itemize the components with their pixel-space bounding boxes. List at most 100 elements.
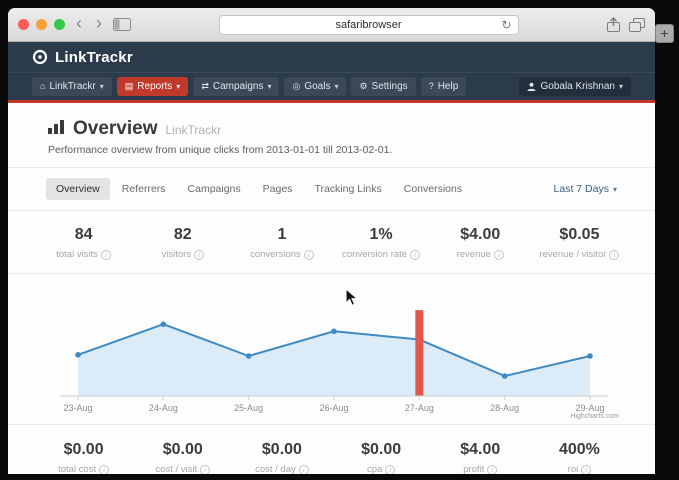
svg-text:26-Aug: 26-Aug bbox=[319, 403, 348, 413]
user-name: Gobala Krishnan bbox=[540, 81, 615, 92]
help-icon: ? bbox=[429, 82, 434, 91]
info-icon[interactable]: i bbox=[200, 465, 210, 475]
stat-value: $0.00 bbox=[332, 441, 431, 459]
tab-conversions[interactable]: Conversions bbox=[394, 178, 472, 200]
nav-item-settings[interactable]: ⚙ Settings bbox=[351, 77, 415, 96]
shuffle-icon: ⇄ bbox=[201, 82, 209, 91]
caret-down-icon: ▾ bbox=[176, 82, 180, 91]
share-button[interactable] bbox=[606, 17, 621, 33]
sidebar-toggle-button[interactable] bbox=[113, 18, 131, 31]
stat-label: roi bbox=[568, 464, 579, 474]
stat-value: $0.05 bbox=[530, 226, 629, 244]
stats-row-bottom: $0.00 total costi $0.00 cost / visiti $0… bbox=[8, 425, 655, 474]
stat-value: 84 bbox=[34, 226, 133, 244]
brand-name[interactable]: LinkTrackr bbox=[55, 49, 133, 66]
stat-value: $4.00 bbox=[431, 226, 530, 244]
stat-cpa: $0.00 cpai bbox=[332, 441, 431, 474]
stat-label: cost / day bbox=[255, 464, 296, 474]
visits-chart-svg[interactable]: 23-Aug 24-Aug 25-Aug 26-Aug 27-Aug 28-Aug 29-A… bbox=[44, 282, 620, 422]
stat-value: 82 bbox=[133, 226, 232, 244]
zoom-window-button[interactable] bbox=[54, 19, 65, 30]
tab-tracking-links[interactable]: Tracking Links bbox=[304, 178, 391, 200]
svg-text:23-Aug: 23-Aug bbox=[63, 403, 92, 413]
visits-chart: 23-Aug 24-Aug 25-Aug 26-Aug 27-Aug 28-Aug 29-A… bbox=[8, 274, 655, 425]
report-icon: ▤ bbox=[125, 82, 134, 91]
nav-item-campaigns[interactable]: ⇄ Campaigns ▾ bbox=[193, 77, 279, 96]
info-icon[interactable]: i bbox=[299, 465, 309, 475]
report-tabs: Overview Referrers Campaigns Pages Track… bbox=[8, 168, 655, 211]
browser-toolbar: ‹ › safaribrowser ↻ bbox=[8, 8, 655, 42]
nav-label: LinkTrackr bbox=[49, 81, 95, 92]
stat-value: 400% bbox=[530, 441, 629, 459]
info-icon[interactable]: i bbox=[609, 250, 619, 260]
nav-item-goals[interactable]: ◎ Goals ▾ bbox=[284, 77, 346, 96]
info-icon[interactable]: i bbox=[101, 250, 111, 260]
stat-label: conversions bbox=[250, 249, 301, 260]
user-menu[interactable]: Gobala Krishnan ▾ bbox=[519, 77, 631, 96]
stat-label: conversion rate bbox=[342, 249, 407, 260]
chart-credit: Highcharts.com bbox=[570, 413, 619, 420]
stat-cost-per-day: $0.00 cost / dayi bbox=[232, 441, 331, 474]
caret-down-icon: ▾ bbox=[267, 82, 271, 91]
page-content: Overview LinkTrackr Performance overview… bbox=[8, 103, 655, 474]
user-icon bbox=[527, 82, 536, 91]
gear-icon: ⚙ bbox=[359, 82, 367, 91]
stat-cost-per-visit: $0.00 cost / visiti bbox=[133, 441, 232, 474]
stat-label: cost / visit bbox=[155, 464, 197, 474]
caret-down-icon: ▾ bbox=[334, 82, 338, 91]
new-tab-button[interactable]: + bbox=[655, 24, 674, 43]
stat-revenue: $4.00 revenuei bbox=[431, 226, 530, 260]
caret-down-icon: ▾ bbox=[100, 82, 104, 91]
close-window-button[interactable] bbox=[18, 19, 29, 30]
stat-value: 1 bbox=[232, 226, 331, 244]
svg-text:24-Aug: 24-Aug bbox=[148, 403, 177, 413]
nav-item-reports[interactable]: ▤ Reports ▾ bbox=[117, 77, 189, 96]
reload-button[interactable]: ↻ bbox=[501, 19, 511, 31]
nav-label: Settings bbox=[372, 81, 408, 92]
page-title-suffix: LinkTrackr bbox=[166, 123, 222, 137]
stat-label: total visits bbox=[56, 249, 98, 260]
target-icon: ◎ bbox=[292, 82, 300, 91]
info-icon[interactable]: i bbox=[304, 250, 314, 260]
tab-pages[interactable]: Pages bbox=[253, 178, 303, 200]
info-icon[interactable]: i bbox=[487, 465, 497, 475]
back-button[interactable]: ‹ bbox=[73, 14, 85, 32]
stat-value: $0.00 bbox=[133, 441, 232, 459]
minimize-window-button[interactable] bbox=[36, 19, 47, 30]
stat-label: visitors bbox=[161, 249, 191, 260]
tab-overview[interactable]: Overview bbox=[46, 178, 110, 200]
info-icon[interactable]: i bbox=[494, 250, 504, 260]
info-icon[interactable]: i bbox=[410, 250, 420, 260]
info-icon[interactable]: i bbox=[194, 250, 204, 260]
svg-text:28-Aug: 28-Aug bbox=[490, 403, 519, 413]
nav-item-help[interactable]: ? Help bbox=[421, 77, 467, 96]
svg-text:25-Aug: 25-Aug bbox=[234, 403, 263, 413]
forward-button[interactable]: › bbox=[93, 14, 105, 32]
date-range-selector[interactable]: Last 7 Days ▾ bbox=[554, 183, 617, 195]
nav-label: Reports bbox=[137, 81, 172, 92]
stat-label: total cost bbox=[58, 464, 96, 474]
nav-item-linktrackr[interactable]: ⌂ LinkTrackr ▾ bbox=[32, 77, 112, 96]
info-icon[interactable]: i bbox=[99, 465, 109, 475]
tabs-overview-button[interactable] bbox=[629, 18, 645, 32]
date-range-label: Last 7 Days bbox=[554, 183, 609, 195]
home-icon: ⌂ bbox=[40, 82, 45, 91]
stat-value: $0.00 bbox=[34, 441, 133, 459]
info-icon[interactable]: i bbox=[581, 465, 591, 475]
stats-row-top: 84 total visitsi 82 visitorsi 1 conversi… bbox=[8, 211, 655, 274]
app-header: LinkTrackr bbox=[8, 42, 655, 72]
caret-down-icon: ▾ bbox=[619, 82, 623, 91]
stat-label: profit bbox=[463, 464, 484, 474]
tab-referrers[interactable]: Referrers bbox=[112, 178, 176, 200]
stat-value: $4.00 bbox=[431, 441, 530, 459]
linktrackr-logo-icon bbox=[32, 49, 48, 65]
address-bar[interactable]: safaribrowser ↻ bbox=[219, 15, 519, 35]
info-icon[interactable]: i bbox=[385, 465, 395, 475]
stat-label: revenue / visitor bbox=[539, 249, 606, 260]
svg-text:29-Aug: 29-Aug bbox=[575, 403, 604, 413]
nav-label: Campaigns bbox=[213, 81, 264, 92]
stat-total-cost: $0.00 total costi bbox=[34, 441, 133, 474]
tab-campaigns[interactable]: Campaigns bbox=[178, 178, 251, 200]
svg-text:27-Aug: 27-Aug bbox=[404, 403, 433, 413]
stat-value: $0.00 bbox=[232, 441, 331, 459]
